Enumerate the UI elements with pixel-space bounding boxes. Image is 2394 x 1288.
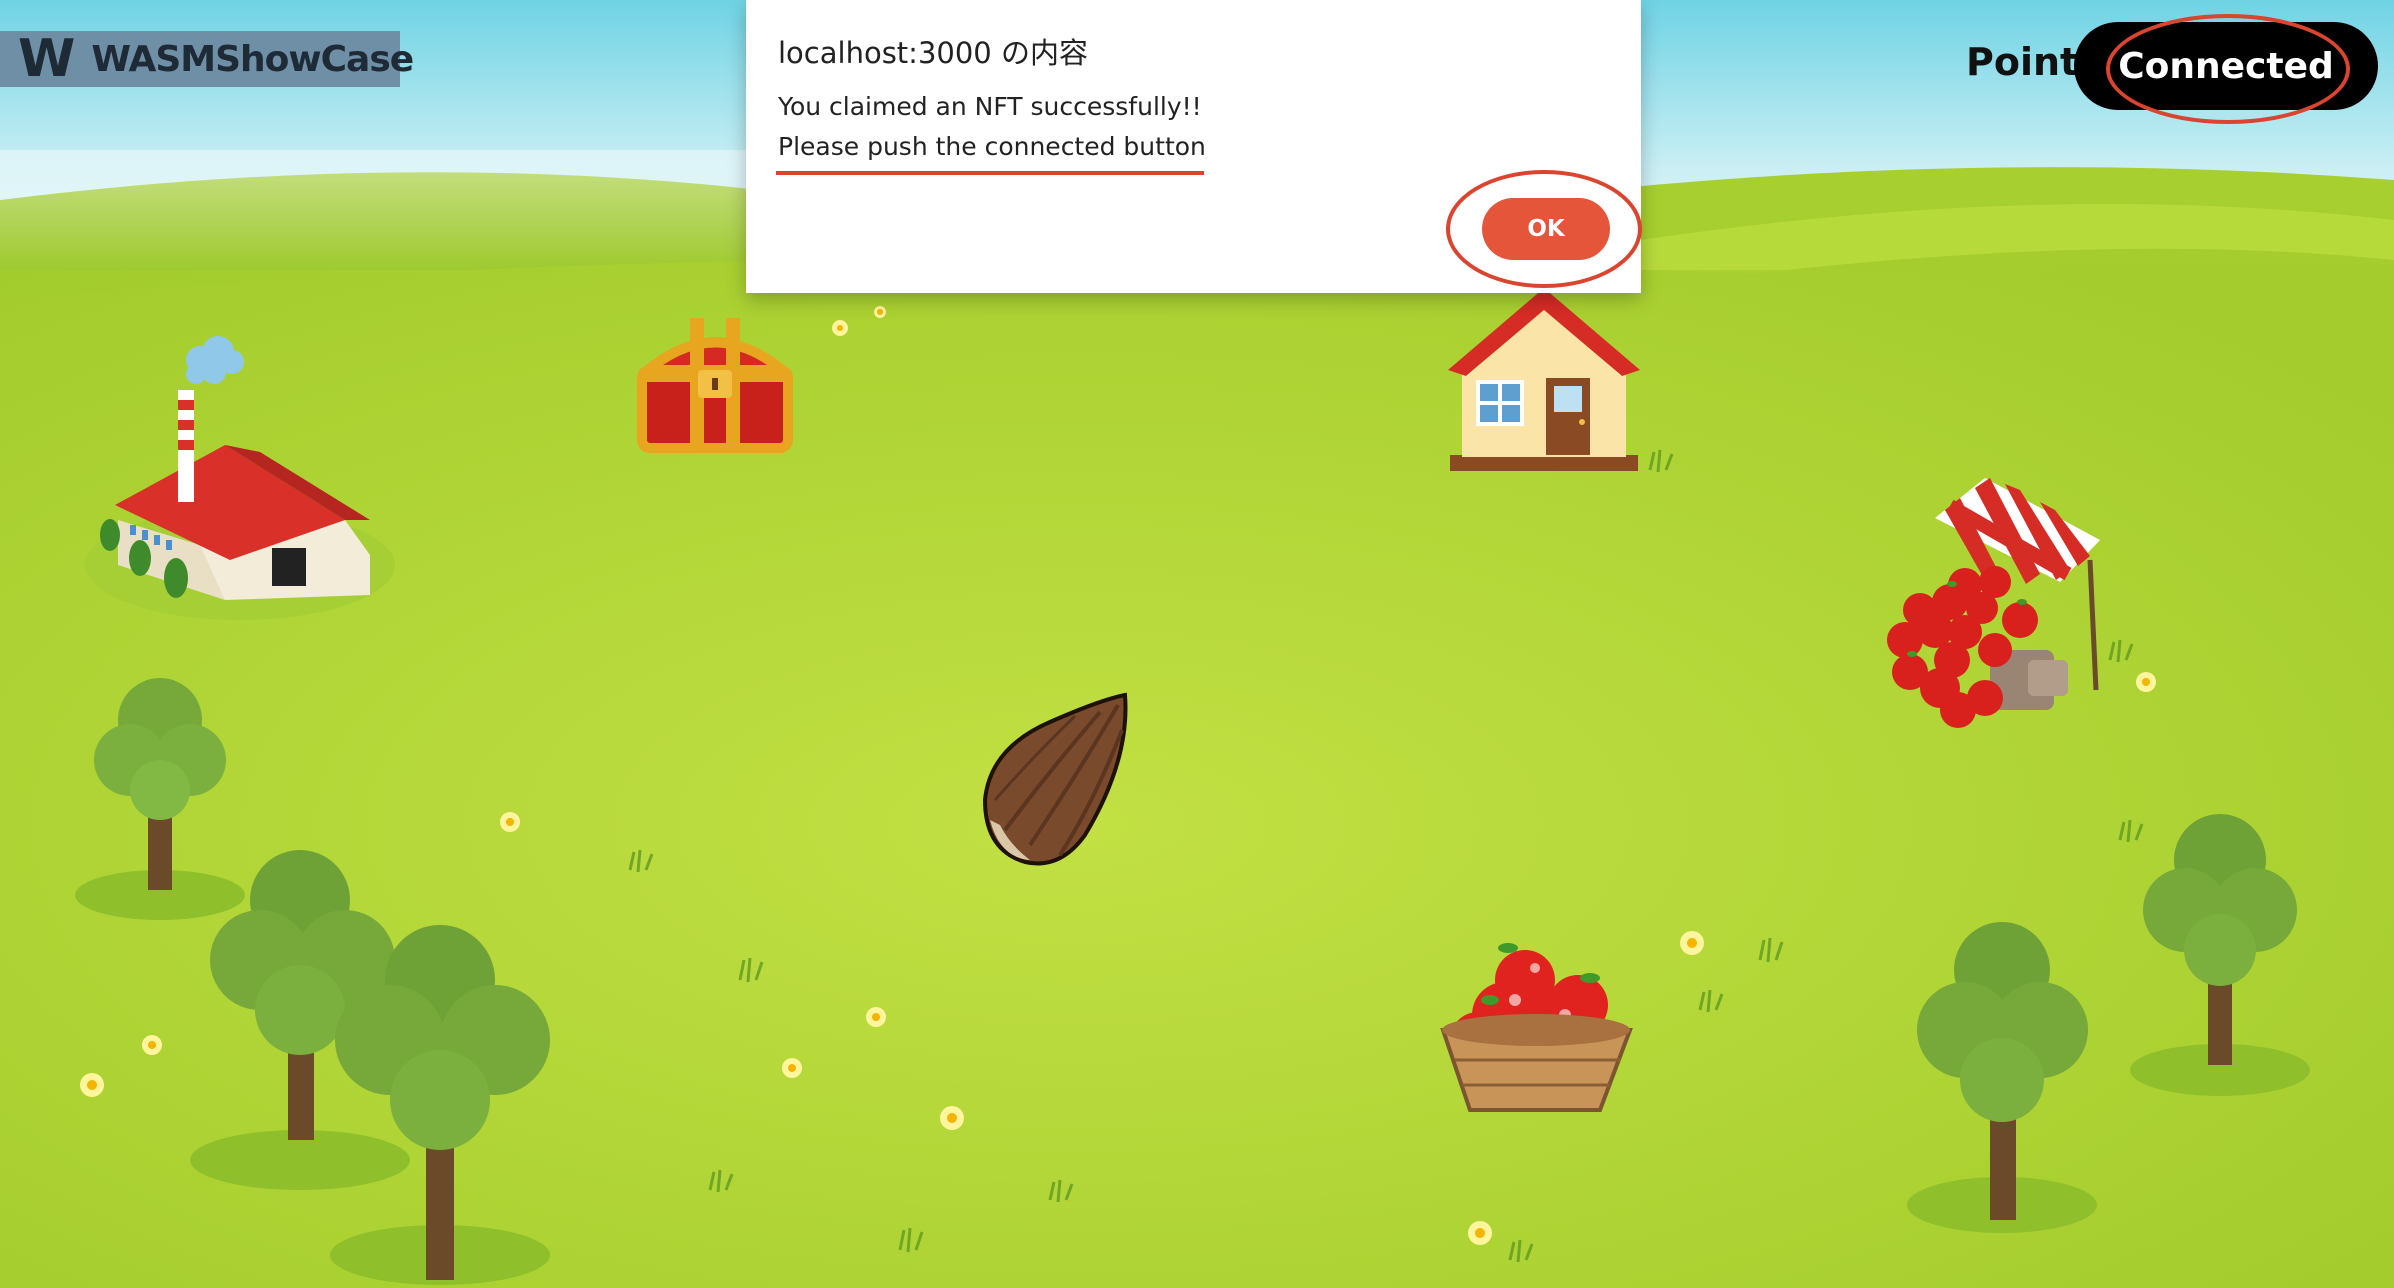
app-logo[interactable]: W WASMShowCase: [0, 29, 414, 89]
apple-basket-hotspot[interactable]: [1440, 940, 1635, 1115]
logo-text: WASMShowCase: [91, 38, 414, 80]
treasure-chest-hotspot[interactable]: [630, 305, 800, 455]
house-hotspot[interactable]: [1440, 290, 1650, 475]
annotation-underline: [776, 171, 1204, 175]
dialog-message-line1: You claimed an NFT successfully!!: [778, 92, 1202, 121]
dialog-title: localhost:3000 の内容: [778, 36, 1088, 70]
factory-hotspot[interactable]: [90, 340, 390, 610]
apple-stand-hotspot[interactable]: [1880, 470, 2110, 730]
alert-dialog: localhost:3000 の内容 You claimed an NFT su…: [746, 0, 1642, 293]
point-label: Point: [1966, 40, 2079, 84]
ok-button[interactable]: OK: [1482, 198, 1610, 260]
logo-mark: W: [18, 29, 75, 89]
dialog-message-line2: Please push the connected button: [778, 132, 1206, 161]
seed-hotspot[interactable]: [980, 690, 1130, 870]
connected-button[interactable]: Connected: [2074, 22, 2378, 110]
